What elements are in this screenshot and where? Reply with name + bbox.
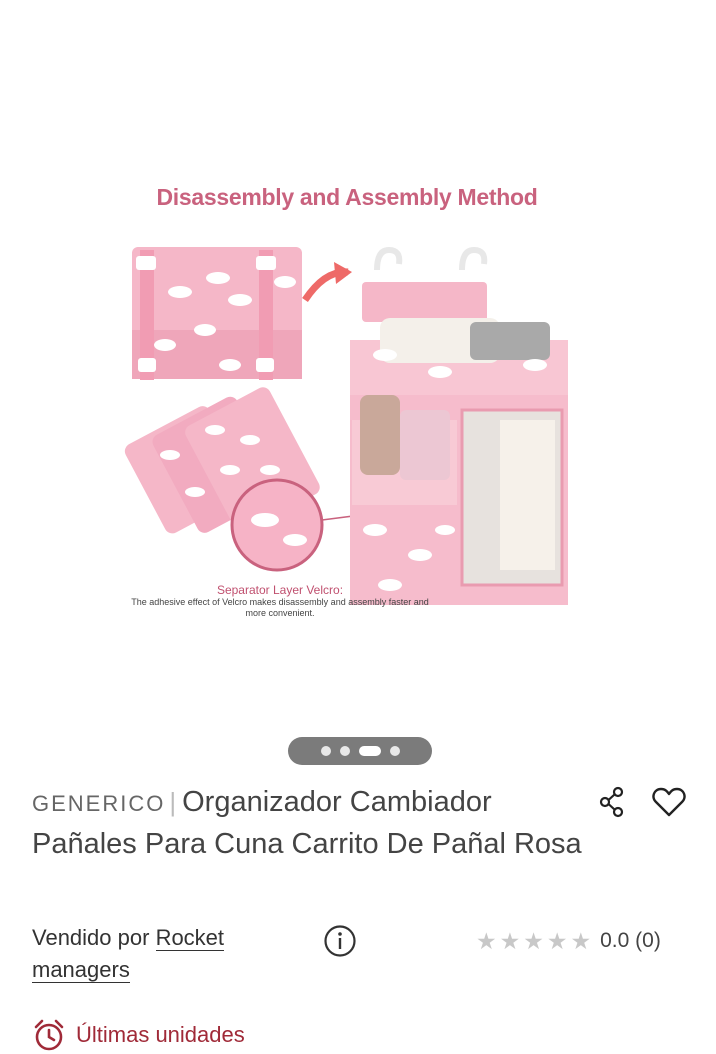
info-button[interactable] [323, 924, 357, 963]
star-icon: ★ [523, 928, 544, 954]
velcro-zoom [230, 478, 324, 572]
star-icon: ★ [546, 928, 568, 954]
star-icon: ★ [499, 928, 521, 954]
seller-info: Vendido por Rocket managers [32, 922, 262, 986]
share-button[interactable] [594, 784, 630, 820]
rating-summary[interactable]: ★ ★ ★ ★ ★ 0.0 (0) [476, 928, 661, 954]
star-icon: ★ [476, 928, 497, 954]
star-icon: ★ [570, 928, 592, 954]
rating-value: 0.0 (0) [600, 929, 661, 952]
heart-icon [652, 787, 686, 817]
carousel-pagination[interactable] [288, 737, 432, 765]
product-image-gallery[interactable]: Disassembly and Assembly Method Separato… [0, 0, 716, 730]
product-image [124, 246, 568, 605]
caption-title: Separator Layer Velcro: [216, 583, 344, 597]
share-icon [599, 786, 624, 818]
stock-alert: Últimas unidades [32, 1018, 245, 1052]
rating-count: (0) [635, 929, 661, 952]
favorite-button[interactable] [651, 784, 687, 820]
info-icon [324, 925, 356, 957]
image-caption: Separator Layer Velcro: The adhesive eff… [120, 583, 440, 619]
caption-text: The adhesive effect of Velcro makes disa… [131, 597, 429, 618]
alarm-clock-icon [34, 1019, 64, 1051]
carousel-dot[interactable] [320, 746, 331, 756]
carousel-dot[interactable] [389, 746, 400, 756]
carousel-dot[interactable] [339, 746, 350, 756]
brand-separator: | [169, 787, 177, 817]
product-title-block: GENERICO | Organizador Cambiador Pañales P… [32, 782, 592, 864]
seller-prefix: Vendido por [32, 925, 150, 950]
hanging-organizer [350, 246, 568, 605]
stock-label: Últimas unidades [76, 1022, 245, 1047]
brand-name[interactable]: GENERICO [32, 791, 165, 816]
carousel-dot-active[interactable] [358, 746, 381, 756]
